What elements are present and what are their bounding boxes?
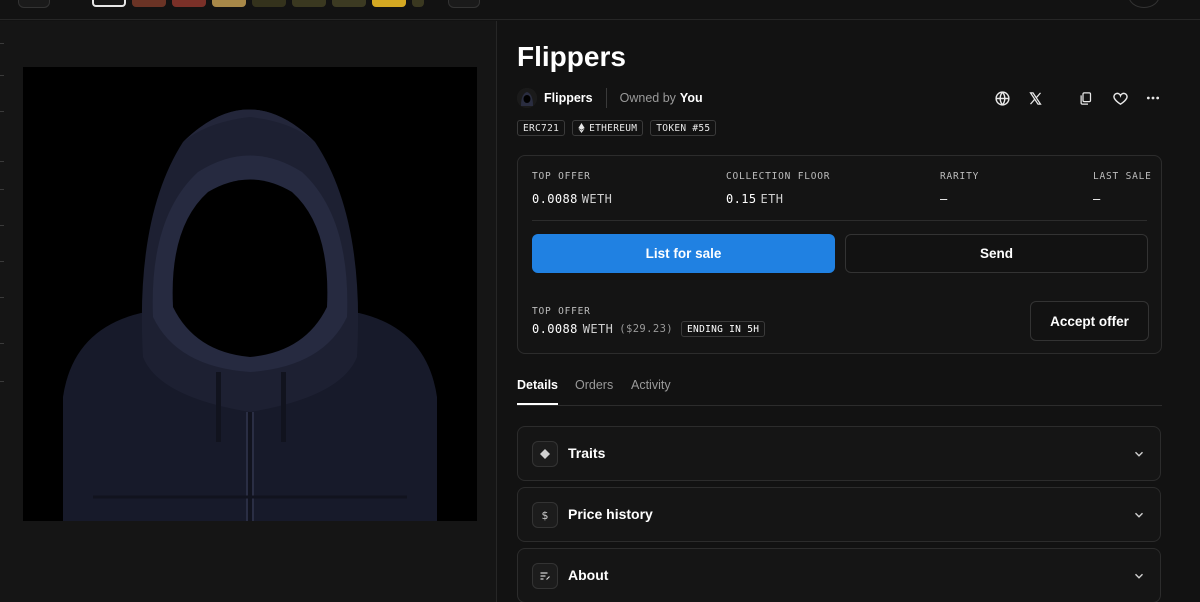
send-button[interactable]: Send [845,234,1148,273]
rarity-label: RARITY [940,171,980,182]
accept-offer-button[interactable]: Accept offer [1030,301,1149,341]
detail-tabs: Details Orders Activity [517,378,1162,406]
ethereum-icon [578,123,585,133]
chevron-down-icon [1135,451,1143,457]
more-icon[interactable] [1141,86,1165,110]
floor-value: 0.15 ETH [726,192,783,206]
collection-avatar[interactable] [517,88,537,108]
tab-orders[interactable]: Orders [575,378,613,405]
owner-link[interactable]: You [680,91,703,105]
list-for-sale-button[interactable]: List for sale [532,234,835,273]
floor-unit: ETH [760,192,784,206]
last-sale-label: LAST SALE [1093,171,1152,182]
rarity-value: – [940,192,948,206]
left-edge-markers [0,21,6,602]
top-offer-label: TOP OFFER [532,171,591,182]
thumbnail[interactable] [292,0,326,7]
collection-link[interactable]: Flippers [544,91,593,105]
close-button[interactable] [1128,0,1160,8]
token-id-badge: TOKEN #55 [650,120,717,136]
top-offer-value: 0.0088 WETH [532,192,612,206]
listing-panel: TOP OFFER 0.0088 WETH COLLECTION FLOOR 0.… [517,155,1162,354]
thumbnail[interactable] [172,0,206,7]
notes-icon [532,563,558,589]
thumbnail[interactable] [132,0,166,7]
top-offer-amount: 0.0088 [532,192,578,206]
top-strip [0,0,1200,20]
offer-label: TOP OFFER [532,306,591,317]
copy-icon[interactable] [1073,86,1097,110]
floor-label: COLLECTION FLOOR [726,171,831,182]
nft-title: Flippers [517,41,626,72]
thumbnail[interactable] [252,0,286,7]
panel-divider [532,220,1147,221]
offer-usd: ($29.23) [619,323,674,335]
standard-badge: ERC721 [517,120,566,136]
last-sale-value: – [1093,192,1101,206]
next-button[interactable] [448,0,480,8]
offer-unit: WETH [582,322,614,336]
about-section[interactable]: About [517,548,1161,602]
traits-title: Traits [568,445,606,461]
dollar-icon: $ [532,502,558,528]
chevron-down-icon [1135,512,1143,518]
chain-badge-label: ETHEREUM [589,122,638,134]
prev-button[interactable] [18,0,50,8]
heart-icon[interactable] [1108,86,1132,110]
nft-image[interactable] [23,67,477,521]
offer-amount: 0.0088 [532,322,578,336]
price-history-section[interactable]: $ Price history [517,487,1161,542]
tab-activity[interactable]: Activity [631,378,671,405]
offer-row: 0.0088 WETH ($29.23) ENDING IN 5H [532,321,766,337]
offer-expiry-badge: ENDING IN 5H [681,321,766,337]
hood-avatar-icon [517,88,537,108]
hooded-figure-artwork [23,67,477,521]
thumbnail[interactable] [372,0,406,7]
thumbnail[interactable] [212,0,246,7]
chevron-down-icon [1135,573,1143,579]
thumbnail[interactable] [412,0,424,7]
token-badges: ERC721 ETHEREUM TOKEN #55 [517,120,717,136]
meta-row: Flippers Owned by You [517,87,703,109]
meta-divider [605,88,607,108]
price-history-title: Price history [568,506,653,522]
thumbnail[interactable] [332,0,366,7]
globe-icon[interactable] [990,86,1014,110]
diamond-icon [532,441,558,467]
x-logo-icon[interactable] [1023,86,1047,110]
traits-section[interactable]: Traits [517,426,1161,481]
tab-details[interactable]: Details [517,378,558,405]
svg-text:$: $ [542,509,549,522]
chain-badge: ETHEREUM [572,120,644,136]
thumbnail-selected[interactable] [92,0,126,7]
owned-by-label: Owned by [619,91,676,105]
about-title: About [568,567,609,583]
top-offer-unit: WETH [581,192,613,206]
floor-amount: 0.15 [726,192,757,206]
